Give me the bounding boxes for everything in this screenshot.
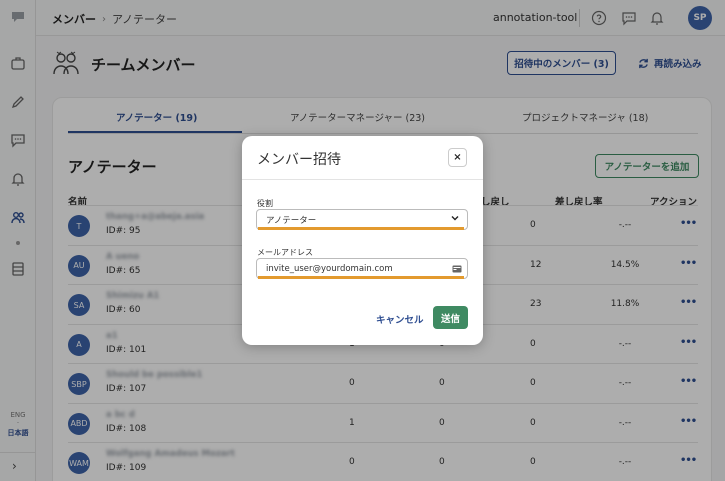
- email-highlight: [258, 276, 464, 279]
- dialog-divider: [242, 179, 483, 180]
- role-highlight: [258, 227, 464, 230]
- close-icon[interactable]: ×: [448, 148, 467, 167]
- invite-member-dialog: メンバー招待 × 役割 アノテーター メールアドレス invite_user@y…: [242, 136, 483, 345]
- cancel-button[interactable]: キャンセル: [376, 312, 424, 326]
- submit-button[interactable]: 送信: [433, 306, 468, 329]
- dialog-title: メンバー招待: [257, 152, 341, 168]
- email-label: メールアドレス: [257, 248, 313, 257]
- autofill-card-icon[interactable]: [452, 264, 462, 274]
- chevron-down-icon: [451, 216, 459, 221]
- role-label: 役割: [257, 199, 273, 208]
